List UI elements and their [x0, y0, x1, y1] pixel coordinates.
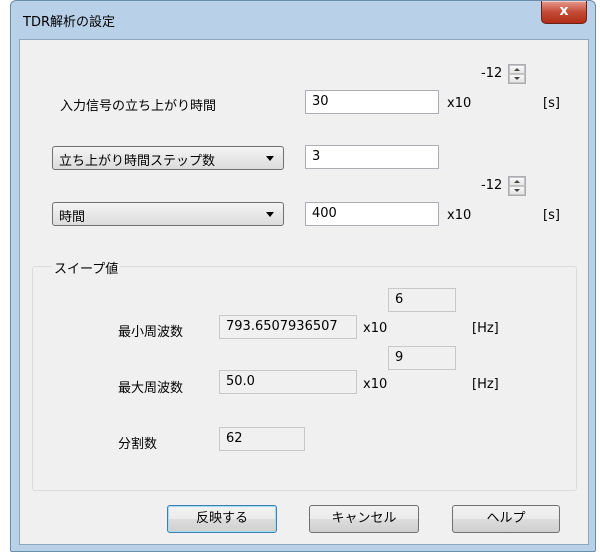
- time-combo-value: 時間: [59, 210, 86, 225]
- chevron-down-icon: [266, 156, 274, 161]
- title-bar[interactable]: TDR解析の設定 x: [11, 1, 595, 37]
- chevron-down-icon: [266, 212, 274, 217]
- step-type-combo[interactable]: 立ち上がり時間ステップ数: [52, 146, 284, 170]
- max-freq-label: 最大周波数: [118, 381, 184, 396]
- rise-time-exponent-spinner[interactable]: [508, 64, 526, 84]
- step-type-combo-value: 立ち上がり時間ステップ数: [59, 154, 216, 169]
- time-combo[interactable]: 時間: [52, 202, 284, 226]
- max-freq-x10-label: x10: [363, 377, 388, 392]
- time-input[interactable]: 400: [305, 202, 439, 226]
- close-button[interactable]: x: [541, 1, 587, 24]
- max-freq-unit: [Hz]: [472, 377, 499, 392]
- time-exponent-spinner[interactable]: [508, 176, 526, 196]
- time-exponent[interactable]: -12: [481, 178, 502, 193]
- spin-down-icon[interactable]: [509, 186, 525, 195]
- sweep-group-title: スイープ値: [52, 258, 121, 277]
- cancel-button[interactable]: キャンセル: [309, 505, 419, 533]
- min-freq-x10-label: x10: [363, 321, 388, 336]
- rise-time-x10-label: x10: [447, 96, 472, 111]
- apply-button[interactable]: 反映する: [167, 505, 277, 533]
- window-title: TDR解析の設定: [23, 15, 115, 30]
- help-button[interactable]: ヘルプ: [452, 505, 560, 533]
- time-x10-label: x10: [447, 208, 472, 223]
- min-freq-label: 最小周波数: [118, 325, 184, 340]
- max-freq-exponent: 9: [388, 346, 456, 370]
- spin-up-icon[interactable]: [509, 177, 525, 186]
- min-freq-unit: [Hz]: [472, 321, 499, 336]
- step-count-input[interactable]: 3: [305, 145, 439, 169]
- min-freq-exponent: 6: [388, 288, 456, 312]
- max-freq-value: 50.0: [219, 370, 357, 394]
- spin-down-icon[interactable]: [509, 74, 525, 83]
- spin-up-icon[interactable]: [509, 65, 525, 74]
- rise-time-exponent[interactable]: -12: [481, 66, 502, 81]
- time-unit: [s]: [543, 208, 560, 223]
- rise-time-unit: [s]: [543, 96, 560, 111]
- rise-time-label: 入力信号の立ち上がり時間: [60, 99, 217, 114]
- rise-time-input[interactable]: 30: [305, 90, 439, 114]
- divisions-value: 62: [219, 427, 305, 451]
- divisions-label: 分割数: [118, 437, 158, 452]
- min-freq-value: 793.6507936507: [219, 315, 357, 339]
